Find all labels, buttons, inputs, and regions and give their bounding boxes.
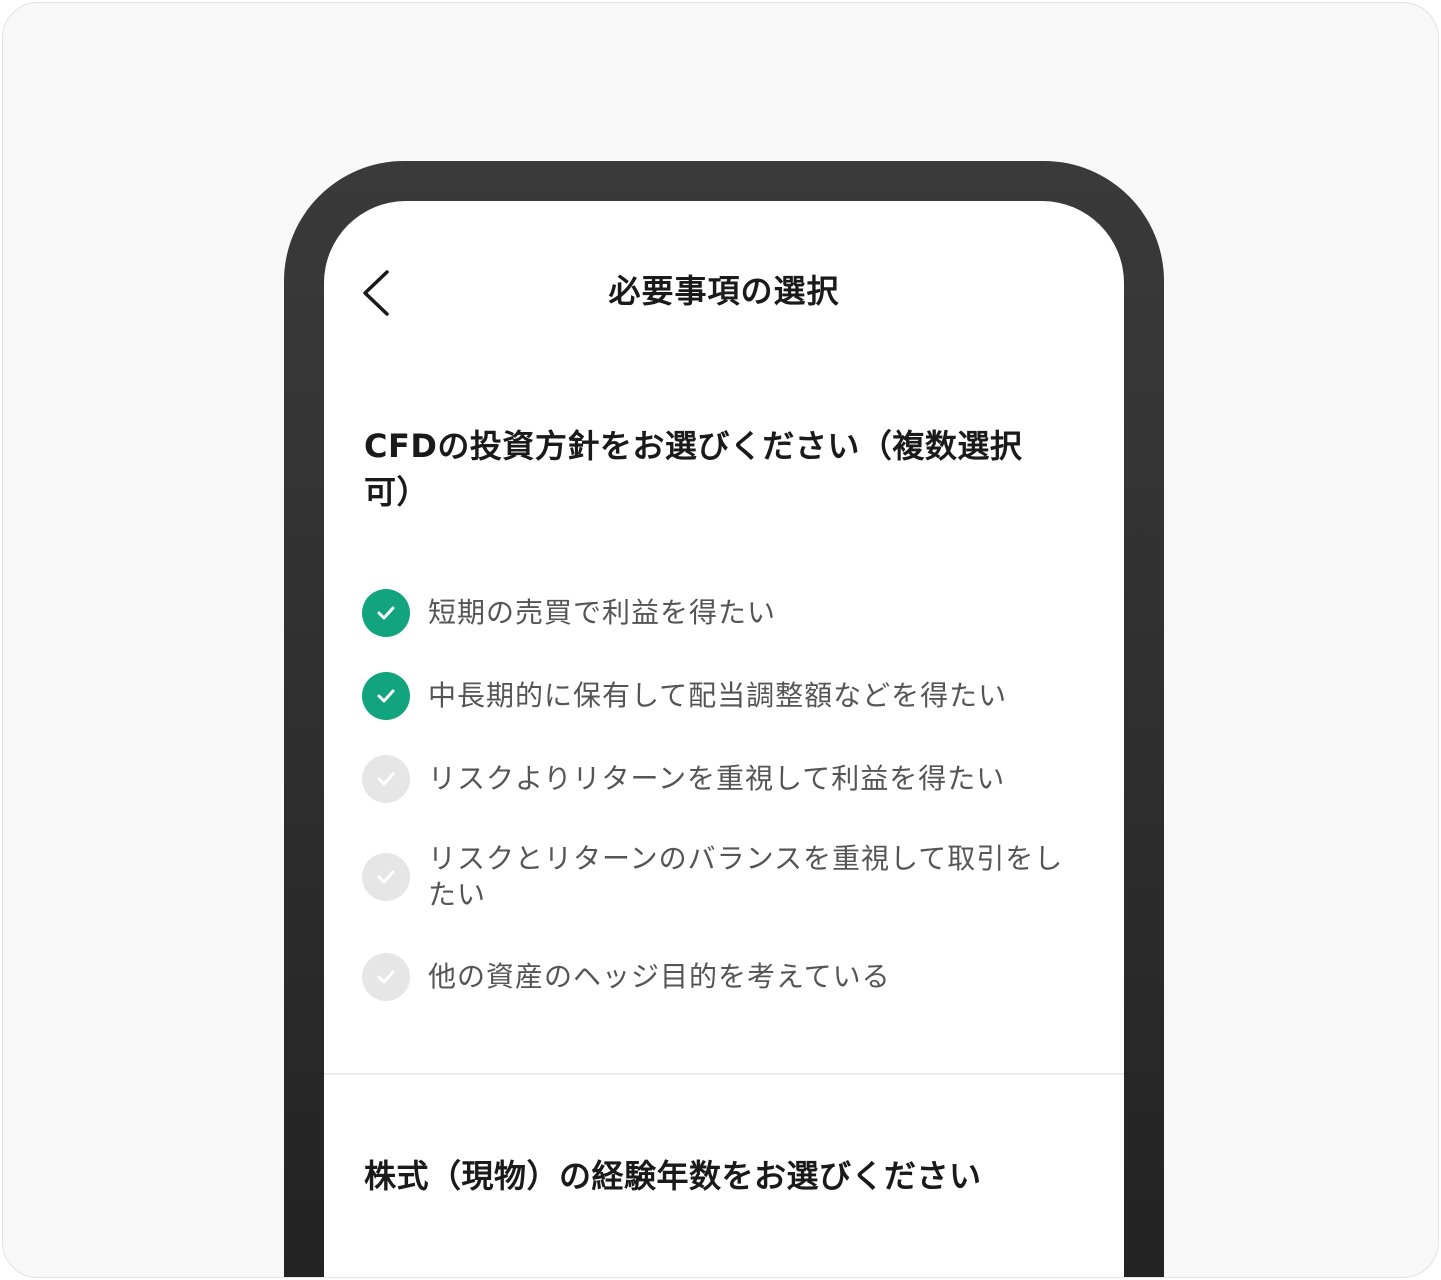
question-investment-policy: CFDの投資方針をお選びください（複数選択可） [364, 427, 1023, 511]
checkbox-unchecked[interactable] [362, 953, 410, 1001]
phone-screen: 必要事項の選択 CFDの投資方針をお選びください（複数選択可） 短期の売買で利益… [324, 201, 1124, 1277]
option-label: リスクとリターンのバランスを重視して取引をしたい [428, 842, 1064, 911]
check-icon [377, 970, 395, 984]
page-title: 必要事項の選択 [608, 272, 840, 310]
option-mid-long-term[interactable]: 中長期的に保有して配当調整額などを得たい [362, 672, 1082, 720]
section-divider [324, 1073, 1124, 1075]
option-return-priority[interactable]: リスクよりリターンを重視して利益を得たい [362, 755, 1082, 803]
check-icon [377, 772, 395, 786]
investment-policy-options: 短期の売買で利益を得たい 中長期的に保有して配当調整額などを得たい リスクよりリ… [362, 589, 1082, 1001]
chevron-left-icon [363, 270, 389, 316]
checkbox-unchecked[interactable] [362, 755, 410, 803]
checkbox-checked[interactable] [362, 672, 410, 720]
option-label: リスクよりリターンを重視して利益を得たい [428, 762, 1006, 795]
phone-frame: 必要事項の選択 CFDの投資方針をお選びください（複数選択可） 短期の売買で利益… [284, 161, 1164, 1277]
check-icon [377, 606, 395, 620]
check-icon [377, 689, 395, 703]
canvas-background: 必要事項の選択 CFDの投資方針をお選びください（複数選択可） 短期の売買で利益… [2, 2, 1439, 1278]
option-label: 他の資産のヘッジ目的を考えている [428, 960, 891, 993]
checkbox-unchecked[interactable] [362, 853, 410, 901]
check-icon [377, 870, 395, 884]
option-label: 短期の売買で利益を得たい [428, 596, 777, 629]
navigation-bar: 必要事項の選択 [324, 251, 1124, 331]
option-hedge[interactable]: 他の資産のヘッジ目的を考えている [362, 953, 1082, 1001]
checkbox-checked[interactable] [362, 589, 410, 637]
option-label: 中長期的に保有して配当調整額などを得たい [428, 679, 1008, 712]
option-short-term[interactable]: 短期の売買で利益を得たい [362, 589, 1082, 637]
option-balance[interactable]: リスクとリターンのバランスを重視して取引をしたい [362, 829, 1082, 925]
back-button[interactable] [354, 261, 398, 325]
question-stock-experience: 株式（現物）の経験年数をお選びください [364, 1157, 982, 1195]
